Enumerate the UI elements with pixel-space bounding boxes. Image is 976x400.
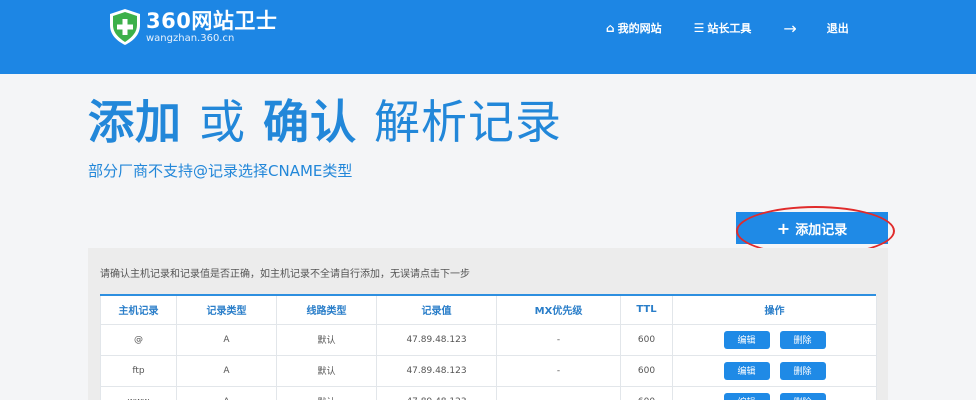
cell-mx: - xyxy=(496,323,621,356)
add-record-label: 添加记录 xyxy=(795,222,848,238)
top-nav: ⌂ 我的网站 ☰ 站长工具 → 退出 xyxy=(606,19,849,38)
col-header-value: 记录值 xyxy=(376,296,497,325)
col-header-actions: 操作 xyxy=(672,296,877,325)
add-record-button[interactable]: + 添加记录 xyxy=(736,212,888,244)
plus-icon: + xyxy=(776,218,791,238)
table-row: www A 默认 47.89.48.123 - 600 编辑 删除 xyxy=(100,385,877,400)
edit-button[interactable]: 编辑 xyxy=(723,392,770,400)
col-header-host: 主机记录 xyxy=(100,296,177,325)
home-icon: ⌂ xyxy=(606,21,615,35)
delete-button[interactable]: 删除 xyxy=(779,392,826,400)
panel-note: 请确认主机记录和记录值是否正确，如主机记录不全请自行添加，无误请点击下一步 xyxy=(100,269,470,280)
delete-button[interactable]: 删除 xyxy=(779,361,826,380)
cell-value: 47.89.48.123 xyxy=(376,385,497,400)
cell-ttl: 600 xyxy=(620,354,673,387)
cell-mx: - xyxy=(496,385,621,400)
cell-actions: 编辑 删除 xyxy=(672,385,877,400)
cell-actions: 编辑 删除 xyxy=(672,323,877,356)
logo-subtitle: wangzhan.360.cn xyxy=(146,32,235,44)
top-bar: 360网站卫士 wangzhan.360.cn ⌂ 我的网站 ☰ 站长工具 → … xyxy=(0,0,976,74)
col-header-ttl: TTL xyxy=(620,296,673,325)
cell-ttl: 600 xyxy=(620,323,673,356)
cell-mx: - xyxy=(496,354,621,387)
nav-logout[interactable]: 退出 xyxy=(827,20,849,36)
cell-ttl: 600 xyxy=(620,385,673,400)
col-header-mx: MX优先级 xyxy=(496,296,621,325)
menu-icon: ☰ xyxy=(693,21,705,35)
nav-my-site-label: 我的网站 xyxy=(617,22,662,35)
cell-actions: 编辑 删除 xyxy=(672,354,877,387)
edit-button[interactable]: 编辑 xyxy=(723,361,770,380)
cell-host: www xyxy=(100,385,177,400)
page-subtitle: 部分厂商不支持@记录选择CNAME类型 xyxy=(88,162,353,180)
shield-plus-icon xyxy=(108,8,142,46)
table-row: ftp A 默认 47.89.48.123 - 600 编辑 删除 xyxy=(100,354,877,387)
table-row: @ A 默认 47.89.48.123 - 600 编辑 删除 xyxy=(100,323,877,356)
title-part-or: 或 xyxy=(199,95,247,149)
col-header-line: 线路类型 xyxy=(276,296,377,325)
title-part-confirm: 确认 xyxy=(263,95,358,149)
cell-line: 默认 xyxy=(276,323,377,356)
records-table: 主机记录 记录类型 线路类型 记录值 MX优先级 TTL 操作 @ A 默认 4… xyxy=(100,296,877,400)
cell-value: 47.89.48.123 xyxy=(376,323,497,356)
cell-host: @ xyxy=(100,323,177,356)
title-part-records: 解析记录 xyxy=(374,95,563,149)
cell-line: 默认 xyxy=(276,385,377,400)
edit-button[interactable]: 编辑 xyxy=(723,330,770,349)
nav-tools[interactable]: ☰ 站长工具 xyxy=(694,20,752,36)
cell-type: A xyxy=(176,385,277,400)
cell-host: ftp xyxy=(100,354,177,387)
nav-tools-label: 站长工具 xyxy=(707,22,752,35)
cell-line: 默认 xyxy=(276,354,377,387)
records-table-wrap: 主机记录 记录类型 线路类型 记录值 MX优先级 TTL 操作 @ A 默认 4… xyxy=(100,294,877,400)
col-header-type: 记录类型 xyxy=(176,296,277,325)
title-part-add: 添加 xyxy=(88,95,182,149)
delete-button[interactable]: 删除 xyxy=(779,330,826,349)
cell-type: A xyxy=(176,323,277,356)
logo[interactable]: 360网站卫士 wangzhan.360.cn xyxy=(108,8,277,46)
cell-type: A xyxy=(176,354,277,387)
page-title: 添加 或 确认 解析记录 xyxy=(88,86,562,152)
nav-my-site[interactable]: ⌂ 我的网站 xyxy=(606,20,662,36)
arrow-right-icon[interactable]: → xyxy=(783,19,796,38)
table-header-row: 主机记录 记录类型 线路类型 记录值 MX优先级 TTL 操作 xyxy=(100,296,877,325)
cell-value: 47.89.48.123 xyxy=(376,354,497,387)
logo-title: 360网站卫士 xyxy=(146,8,278,33)
